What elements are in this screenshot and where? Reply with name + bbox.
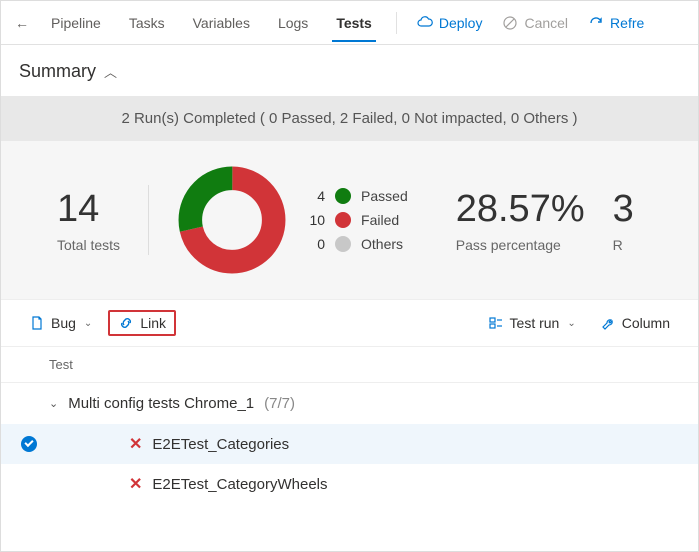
tab-tasks[interactable]: Tasks: [117, 5, 177, 41]
group-name: Multi config tests Chrome_1: [68, 395, 254, 412]
pass-pct-value: 28.57%: [456, 188, 585, 231]
tab-variables[interactable]: Variables: [181, 5, 262, 41]
run-status-bar: 2 Run(s) Completed ( 0 Passed, 2 Failed,…: [1, 96, 698, 141]
cancel-label: Cancel: [524, 15, 568, 31]
metrics-row: 14 Total tests 4 Passed 10 Failed 0 Othe…: [1, 141, 698, 299]
tab-logs[interactable]: Logs: [266, 5, 320, 41]
column-button[interactable]: Column: [592, 311, 678, 335]
chevron-down-icon: ⌄: [49, 397, 58, 410]
extra-metric-label: R: [613, 237, 634, 253]
test-name: E2ETest_CategoryWheels: [152, 476, 327, 493]
chart-legend: 4 Passed 10 Failed 0 Others: [305, 188, 408, 252]
legend-others: 0 Others: [305, 236, 408, 252]
deploy-button[interactable]: Deploy: [409, 9, 491, 37]
others-swatch-icon: [335, 236, 351, 252]
chevron-down-icon: ⌄: [567, 318, 575, 329]
refresh-icon: [588, 15, 604, 31]
cancel-icon: [502, 15, 518, 31]
wrench-icon: [600, 315, 616, 331]
extra-metric-value: 3: [613, 188, 634, 231]
metric-divider: [148, 185, 149, 255]
total-tests-block: 14 Total tests: [57, 188, 120, 253]
group-count: (7/7): [264, 395, 295, 412]
deploy-label: Deploy: [439, 15, 483, 31]
testrun-label: Test run: [510, 315, 560, 331]
link-button[interactable]: Link: [108, 310, 176, 336]
cancel-button: Cancel: [494, 9, 576, 37]
failed-swatch-icon: [335, 212, 351, 228]
refresh-button[interactable]: Refre: [580, 9, 652, 37]
legend-failed-label: Failed: [361, 212, 399, 228]
link-label: Link: [140, 315, 166, 331]
legend-failed-count: 10: [305, 212, 325, 228]
chevron-up-icon: ︿: [104, 62, 117, 81]
group-icon: [488, 315, 504, 331]
legend-failed: 10 Failed: [305, 212, 408, 228]
chevron-down-icon: ⌄: [84, 318, 92, 329]
total-tests-value: 14: [57, 188, 120, 231]
legend-passed: 4 Passed: [305, 188, 408, 204]
results-toolbar: Bug ⌄ Link Test run ⌄ Column: [1, 299, 698, 347]
top-nav: ← Pipeline Tasks Variables Logs Tests De…: [1, 1, 698, 45]
summary-title: Summary: [19, 61, 96, 82]
bug-label: Bug: [51, 315, 76, 331]
file-icon: [29, 315, 45, 331]
legend-others-count: 0: [305, 236, 325, 252]
legend-passed-label: Passed: [361, 188, 408, 204]
bug-button[interactable]: Bug ⌄: [21, 311, 100, 335]
donut-chart: [177, 165, 287, 275]
legend-others-label: Others: [361, 236, 403, 252]
total-tests-label: Total tests: [57, 237, 120, 253]
nav-divider: [396, 12, 397, 34]
selected-check-icon[interactable]: [21, 436, 37, 452]
column-header-test[interactable]: Test: [1, 347, 698, 383]
passed-swatch-icon: [335, 188, 351, 204]
test-row[interactable]: ✕ E2ETest_CategoryWheels: [1, 464, 698, 504]
fail-x-icon: ✕: [129, 434, 142, 454]
summary-header[interactable]: Summary ︿: [1, 45, 698, 96]
pass-pct-block: 28.57% Pass percentage: [456, 188, 585, 253]
link-icon: [118, 315, 134, 331]
tab-pipeline[interactable]: Pipeline: [39, 5, 113, 41]
pass-pct-label: Pass percentage: [456, 237, 585, 253]
fail-x-icon: ✕: [129, 474, 142, 494]
back-arrow-icon[interactable]: ←: [9, 11, 35, 35]
column-label: Column: [622, 315, 670, 331]
legend-passed-count: 4: [305, 188, 325, 204]
test-group-row[interactable]: ⌄ Multi config tests Chrome_1 (7/7): [1, 383, 698, 424]
extra-metric-block: 3 R: [613, 188, 634, 253]
test-row[interactable]: ✕ E2ETest_Categories: [1, 424, 698, 464]
test-name: E2ETest_Categories: [152, 436, 289, 453]
tab-tests[interactable]: Tests: [324, 5, 384, 41]
refresh-label: Refre: [610, 15, 644, 31]
testrun-button[interactable]: Test run ⌄: [480, 311, 584, 335]
cloud-icon: [417, 15, 433, 31]
donut-chart-block: 4 Passed 10 Failed 0 Others: [177, 165, 408, 275]
